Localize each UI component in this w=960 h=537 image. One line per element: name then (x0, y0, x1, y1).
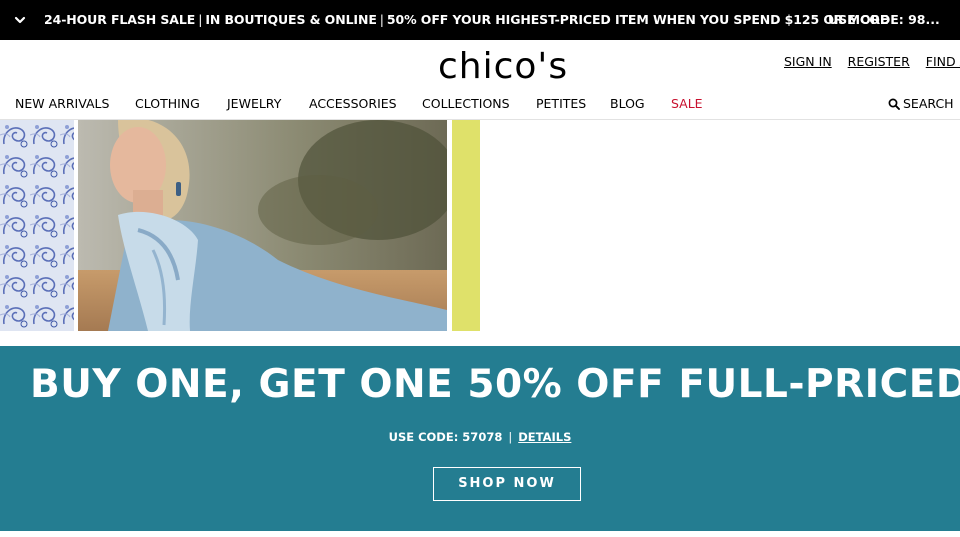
promo-separator: | (198, 12, 203, 27)
search-icon (888, 98, 900, 110)
banner-code-line: USE CODE: 57078 | DETAILS (0, 430, 960, 444)
nav-sale[interactable]: SALE (671, 96, 703, 111)
nav-accessories[interactable]: ACCESSORIES (309, 96, 397, 111)
banner-code-text: USE CODE: 57078 (388, 430, 503, 444)
color-swatch (452, 120, 480, 331)
promo-part-flash-sale: 24-HOUR FLASH SALE (44, 12, 196, 27)
nav-petites[interactable]: PETITES (536, 96, 586, 111)
search-button[interactable]: SEARCH (888, 96, 954, 111)
model-photo[interactable] (78, 120, 447, 331)
register-link[interactable]: REGISTER (848, 54, 910, 69)
find-a-store-link[interactable]: FIND A (926, 54, 960, 69)
banner-separator: | (508, 430, 513, 444)
chevron-down-icon[interactable] (12, 12, 28, 28)
paisley-scarf-image[interactable] (0, 120, 74, 331)
promo-code: USE CODE: 98... (828, 12, 940, 27)
promo-bar: 24-HOUR FLASH SALE | IN BOUTIQUES & ONLINE… (0, 0, 960, 40)
promo-part-boutiques: IN BOUTIQUES & ONLINE (205, 12, 377, 27)
main-nav: NEW ARRIVALS CLOTHING JEWELRY ACCESSORIE… (0, 94, 960, 120)
sign-in-link[interactable]: SIGN IN (784, 54, 832, 69)
details-link[interactable]: DETAILS (518, 430, 571, 444)
nav-collections[interactable]: COLLECTIONS (422, 96, 510, 111)
bogo-promo-banner: BUY ONE, GET ONE 50% OFF FULL-PRICED STY… (0, 346, 960, 531)
nav-new-arrivals[interactable]: NEW ARRIVALS (15, 96, 109, 111)
promo-part-offer: 50% OFF YOUR HIGHEST-PRICED ITEM WHEN YO… (386, 12, 889, 27)
promo-message[interactable]: 24-HOUR FLASH SALE | IN BOUTIQUES & ONLINE… (44, 12, 889, 27)
search-label: SEARCH (903, 96, 954, 111)
nav-clothing[interactable]: CLOTHING (135, 96, 200, 111)
banner-headline: BUY ONE, GET ONE 50% OFF FULL-PRICED STY… (30, 362, 960, 407)
nav-blog[interactable]: BLOG (610, 96, 645, 111)
promo-separator: | (379, 12, 384, 27)
chicos-logo[interactable]: chico's (438, 47, 568, 87)
shop-now-button[interactable]: SHOP NOW (433, 467, 581, 501)
nav-jewelry[interactable]: JEWELRY (227, 96, 281, 111)
account-links: SIGN IN REGISTER FIND A (784, 54, 960, 69)
